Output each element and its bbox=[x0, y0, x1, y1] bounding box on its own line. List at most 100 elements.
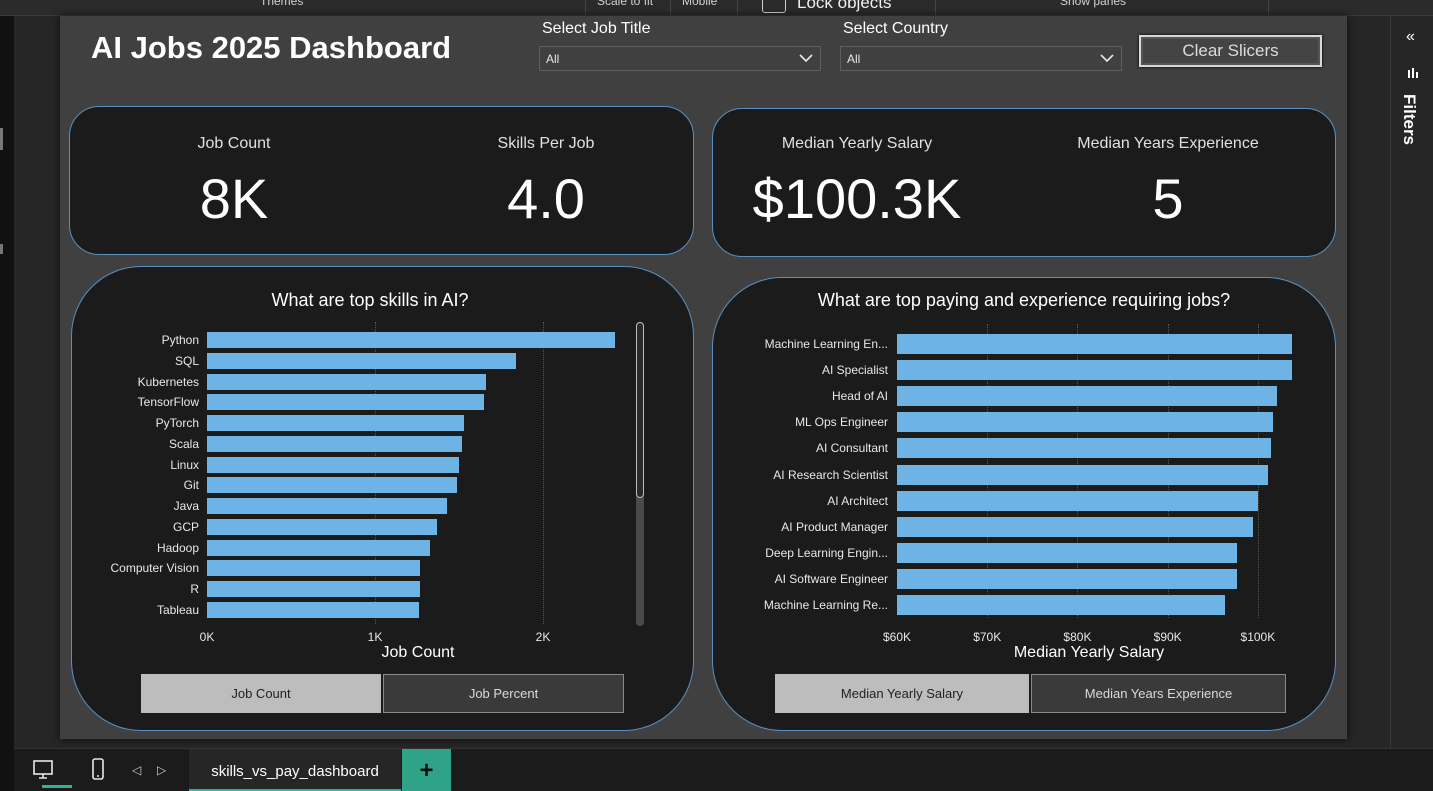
pay-bar-head-of-ai[interactable] bbox=[897, 386, 1277, 407]
pay-x-tick-label: $90K bbox=[1153, 630, 1182, 644]
kpi-value-median-salary: $100.3K bbox=[752, 167, 962, 230]
pay-category-label-ai-research-scientist: AI Research Scientist bbox=[773, 467, 888, 482]
pay-bar-ml-ops-engineer[interactable] bbox=[897, 412, 1274, 433]
pay-category-label-ai-product-manager: AI Product Manager bbox=[781, 519, 888, 534]
dashboard-title: AI Jobs 2025 Dashboard bbox=[91, 30, 452, 65]
pay-category-label-machine-learning-re: Machine Learning Re... bbox=[763, 598, 888, 612]
page-navigation-bar: ◁ ▷ skills_vs_pay_dashboard + bbox=[14, 748, 1433, 791]
active-view-indicator bbox=[42, 785, 72, 788]
skills-bar-computer-vision[interactable] bbox=[207, 560, 421, 577]
job-count-toggle[interactable]: Job Count bbox=[141, 674, 381, 713]
skills-category-label-scala: Scala bbox=[168, 436, 199, 451]
ribbon-divider bbox=[737, 0, 738, 16]
job-percent-toggle[interactable]: Job Percent bbox=[383, 674, 624, 713]
kpi-value-skills-per-job: 4.0 bbox=[507, 167, 585, 230]
skills-chart-x-axis-title: Job Count bbox=[381, 644, 455, 661]
skills-bar-python[interactable] bbox=[207, 332, 616, 348]
mobile-button[interactable]: Mobile bbox=[682, 0, 717, 8]
kpi-label-skills-per-job: Skills Per Job bbox=[497, 135, 595, 152]
skills-bar-hadoop[interactable] bbox=[207, 539, 431, 556]
skills-bar-git[interactable] bbox=[207, 477, 458, 494]
pay-chart-title: What are top paying and experience requi… bbox=[817, 290, 1231, 310]
pay-x-tick-label: $80K bbox=[1063, 630, 1092, 644]
next-page-icon[interactable]: ▷ bbox=[157, 763, 166, 777]
job-title-slicer-label: Select Job Title bbox=[542, 20, 651, 37]
skills-category-label-linux: Linux bbox=[170, 457, 199, 472]
country-slicer-label: Select Country bbox=[843, 20, 948, 37]
skills-x-tick-label: 1K bbox=[367, 630, 383, 644]
country-slicer-dropdown[interactable]: All bbox=[840, 46, 1122, 71]
skills-x-tick-label: 0K bbox=[199, 630, 215, 644]
pay-x-tick-label: $70K bbox=[973, 630, 1002, 644]
pay-category-label-head-of-ai: Head of AI bbox=[831, 389, 888, 404]
skills-category-label-kubernetes: Kubernetes bbox=[137, 374, 199, 389]
kpi-label-median-salary: Median Yearly Salary bbox=[781, 135, 933, 152]
filters-pane-label[interactable]: Filters bbox=[1399, 94, 1419, 145]
pay-bar-machine-learning-re[interactable] bbox=[897, 595, 1225, 615]
scale-to-fit-button[interactable]: Scale to fit bbox=[597, 0, 653, 8]
ribbon: Themes Scale to fit Mobile Lock objects … bbox=[0, 0, 1433, 16]
mobile-view-icon[interactable] bbox=[83, 757, 113, 783]
ribbon-divider bbox=[585, 0, 586, 16]
skills-category-label-sql: SQL bbox=[174, 353, 199, 368]
pay-category-label-machine-learning-en: Machine Learning En... bbox=[764, 337, 888, 351]
skills-category-label-git: Git bbox=[183, 478, 199, 493]
skills-bar-scala[interactable] bbox=[207, 435, 463, 452]
skills-bar-gcp[interactable] bbox=[207, 518, 438, 535]
skills-category-label-tensorflow: TensorFlow bbox=[137, 395, 199, 410]
skills-bar-r[interactable] bbox=[207, 581, 421, 597]
lock-objects-label: Lock objects bbox=[797, 0, 892, 12]
pay-category-label-ai-software-engineer: AI Software Engineer bbox=[774, 571, 888, 586]
previous-page-icon[interactable]: ◁ bbox=[132, 763, 141, 777]
collapse-pane-icon[interactable]: « bbox=[1406, 28, 1415, 46]
skills-category-label-r: R bbox=[190, 582, 199, 596]
powerbi-window: Themes Scale to fit Mobile Lock objects … bbox=[0, 0, 1433, 791]
skills-category-label-pytorch: PyTorch bbox=[155, 416, 199, 430]
desktop-view-icon[interactable] bbox=[28, 757, 58, 783]
pay-bar-ai-consultant[interactable] bbox=[897, 438, 1272, 459]
pay-bar-ai-architect[interactable] bbox=[897, 490, 1258, 511]
page-tab-skills-vs-pay[interactable]: skills_vs_pay_dashboard bbox=[189, 749, 401, 791]
pay-category-label-ai-architect: AI Architect bbox=[827, 493, 888, 508]
scrollbar-thumb[interactable] bbox=[636, 322, 644, 498]
lock-objects-checkbox[interactable] bbox=[762, 0, 786, 13]
chevron-down-icon bbox=[1100, 54, 1114, 63]
skills-bar-kubernetes[interactable] bbox=[207, 373, 486, 390]
pay-bar-ai-specialist[interactable] bbox=[897, 360, 1292, 381]
pay-category-label-deep-learning-engin: Deep Learning Engin... bbox=[765, 545, 888, 560]
skills-chart-scrollbar[interactable] bbox=[636, 322, 644, 626]
pay-bar-ai-research-scientist[interactable] bbox=[897, 464, 1268, 485]
kpi-value-job-count: 8K bbox=[199, 167, 269, 230]
kpi-label-job-count: Job Count bbox=[197, 135, 271, 152]
skills-bar-pytorch[interactable] bbox=[207, 415, 465, 431]
skills-category-label-python: Python bbox=[161, 333, 199, 347]
themes-button[interactable]: Themes bbox=[260, 0, 303, 8]
job-title-slicer-dropdown[interactable]: All bbox=[539, 46, 821, 71]
rail-marker bbox=[0, 244, 3, 254]
skills-gridline bbox=[543, 322, 544, 624]
skills-bar-java[interactable] bbox=[207, 498, 448, 514]
pay-category-label-ai-consultant: AI Consultant bbox=[815, 441, 888, 456]
pay-category-label-ml-ops-engineer: ML Ops Engineer bbox=[795, 415, 888, 430]
filters-pane: « Filters bbox=[1390, 16, 1433, 748]
left-rail bbox=[0, 16, 14, 791]
skills-bar-linux[interactable] bbox=[207, 456, 459, 473]
median-salary-toggle[interactable]: Median Yearly Salary bbox=[775, 674, 1029, 713]
skills-bar-tensorflow[interactable] bbox=[207, 394, 485, 411]
pay-bar-deep-learning-engin[interactable] bbox=[897, 542, 1238, 563]
skills-bar-sql[interactable] bbox=[207, 352, 517, 369]
median-experience-toggle[interactable]: Median Years Experience bbox=[1031, 674, 1286, 713]
pay-bar-ai-product-manager[interactable] bbox=[897, 516, 1254, 537]
rail-marker bbox=[0, 128, 3, 150]
country-slicer-value: All bbox=[847, 52, 861, 66]
show-panes-button[interactable]: Show panes bbox=[1060, 0, 1126, 8]
chevron-down-icon bbox=[799, 54, 813, 63]
kpi-value-median-experience: 5 bbox=[1152, 167, 1184, 230]
job-title-slicer-value: All bbox=[546, 52, 560, 66]
add-page-button[interactable]: + bbox=[402, 749, 451, 791]
pay-bar-machine-learning-en[interactable] bbox=[897, 334, 1293, 354]
ribbon-divider bbox=[935, 0, 936, 16]
pay-bar-ai-software-engineer[interactable] bbox=[897, 568, 1238, 589]
clear-slicers-button[interactable]: Clear Slicers bbox=[1139, 35, 1322, 67]
skills-bar-tableau[interactable] bbox=[207, 601, 419, 618]
